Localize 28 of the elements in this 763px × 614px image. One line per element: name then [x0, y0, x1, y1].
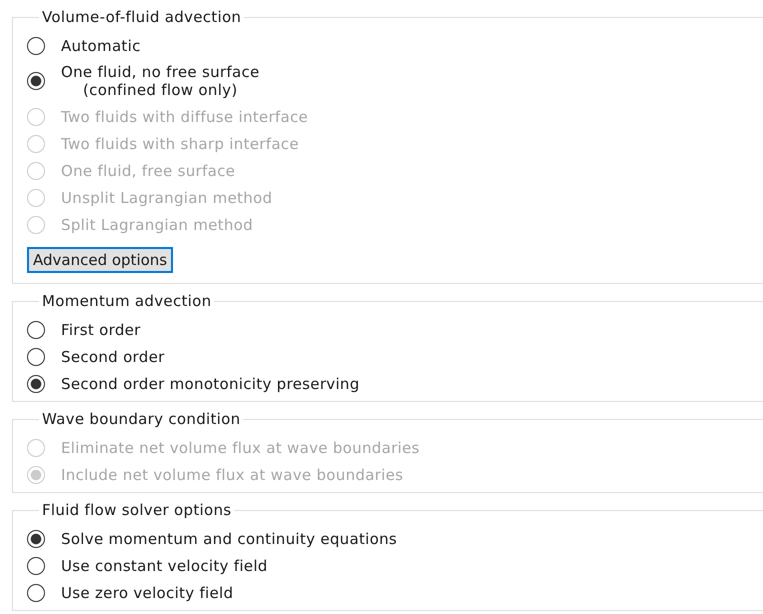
- option-label[interactable]: Solve momentum and continuity equations: [61, 530, 398, 548]
- option-label[interactable]: First order: [61, 320, 141, 338]
- radio-button[interactable]: [27, 320, 45, 338]
- option-label[interactable]: Second order: [61, 348, 165, 366]
- group-title: Volume-of-fluid advection: [41, 8, 242, 26]
- option-label[interactable]: One fluid, no free surface (confined flow only): [61, 63, 260, 99]
- option-label: Unsplit Lagrangian method: [61, 188, 272, 206]
- radio-button[interactable]: [27, 530, 45, 548]
- option-label: One fluid, free surface: [61, 162, 236, 180]
- option-label: Two fluids with diffuse interface: [61, 108, 308, 126]
- option-label: Split Lagrangian method: [61, 216, 253, 234]
- radio-button[interactable]: [27, 348, 45, 366]
- radio-button[interactable]: [27, 36, 45, 54]
- radio-button[interactable]: [27, 374, 45, 392]
- option-label: Eliminate net volume flux at wave boundaries: [61, 438, 420, 456]
- group-title: Wave boundary condition: [41, 410, 242, 428]
- option-label: Two fluids with sharp interface: [61, 134, 299, 152]
- option-label[interactable]: Use zero velocity field: [61, 584, 234, 602]
- group-title: Momentum advection: [41, 292, 212, 310]
- group-title: Fluid flow solver options: [41, 501, 232, 519]
- radio-button[interactable]: [27, 584, 45, 602]
- advanced-options-button[interactable]: Advanced options: [27, 247, 174, 273]
- radio-button[interactable]: [27, 556, 45, 574]
- option-label[interactable]: Use constant velocity field: [61, 556, 268, 574]
- radio-button[interactable]: [27, 72, 45, 90]
- option-label[interactable]: Automatic: [61, 36, 141, 54]
- option-label: Include net volume flux at wave boundaries: [61, 466, 404, 484]
- option-label[interactable]: Second order monotonicity preserving: [61, 374, 360, 392]
